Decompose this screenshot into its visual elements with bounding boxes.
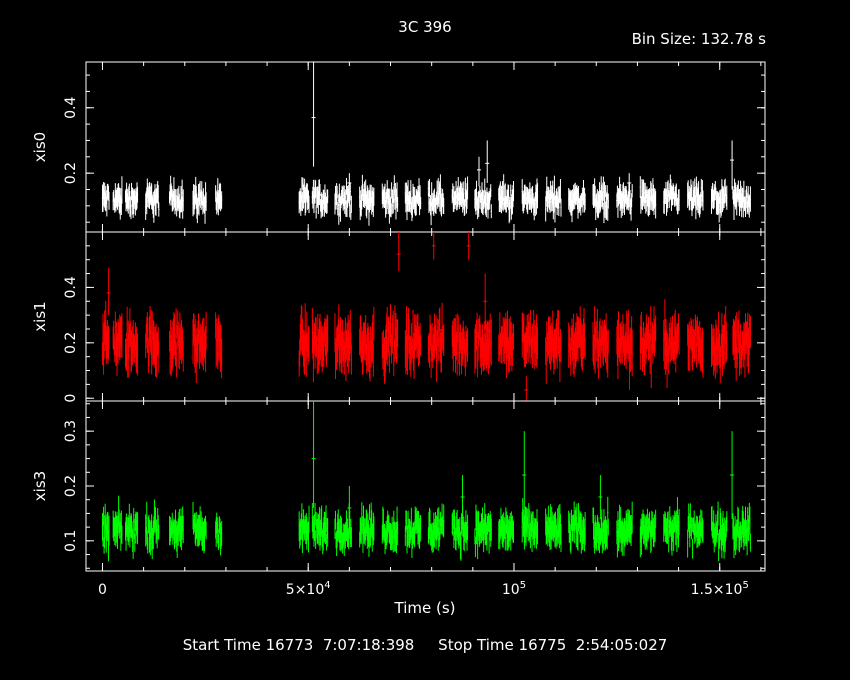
x-axis-label: Time (s)	[394, 599, 456, 617]
y-tick-label-xis3: 0.2	[63, 475, 79, 497]
x-tick-label: 1.5×105	[691, 580, 749, 598]
x-tick-label: 0	[98, 582, 107, 598]
y-tick-label-xis1: 0.2	[63, 332, 79, 354]
y-tick-label-xis0: 0.4	[63, 97, 79, 119]
x-tick-label: 105	[502, 580, 526, 598]
y-tick-label-xis1: 0.4	[63, 276, 79, 298]
y-axis-label-xis1: xis1	[31, 301, 49, 331]
y-tick-label-xis3: 0.1	[63, 530, 79, 552]
light-curve-chart: 0.2 0.4 xis0 0 0.2 0.4 xis1 0.1 0.2 0.3 xis3 0 5×104…	[31, 61, 766, 598]
panel-frame-xis1	[85, 231, 766, 402]
y-tick-label-xis0: 0.2	[63, 162, 79, 184]
bin-size-label: Bin Size: 132.78 s	[631, 30, 766, 48]
panel-frame-xis0	[85, 61, 766, 233]
y-axis-label-xis0: xis0	[31, 132, 49, 162]
y-tick-label-xis3: 0.3	[63, 420, 79, 442]
time-range-footer: Start Time 16773 7:07:18:398 Stop Time 1…	[182, 636, 668, 654]
x-tick-label: 5×104	[286, 580, 331, 598]
y-tick-label-xis1: 0	[63, 394, 79, 403]
y-axis-label-xis3: xis3	[31, 471, 49, 501]
panel-frame-xis3	[85, 400, 766, 572]
